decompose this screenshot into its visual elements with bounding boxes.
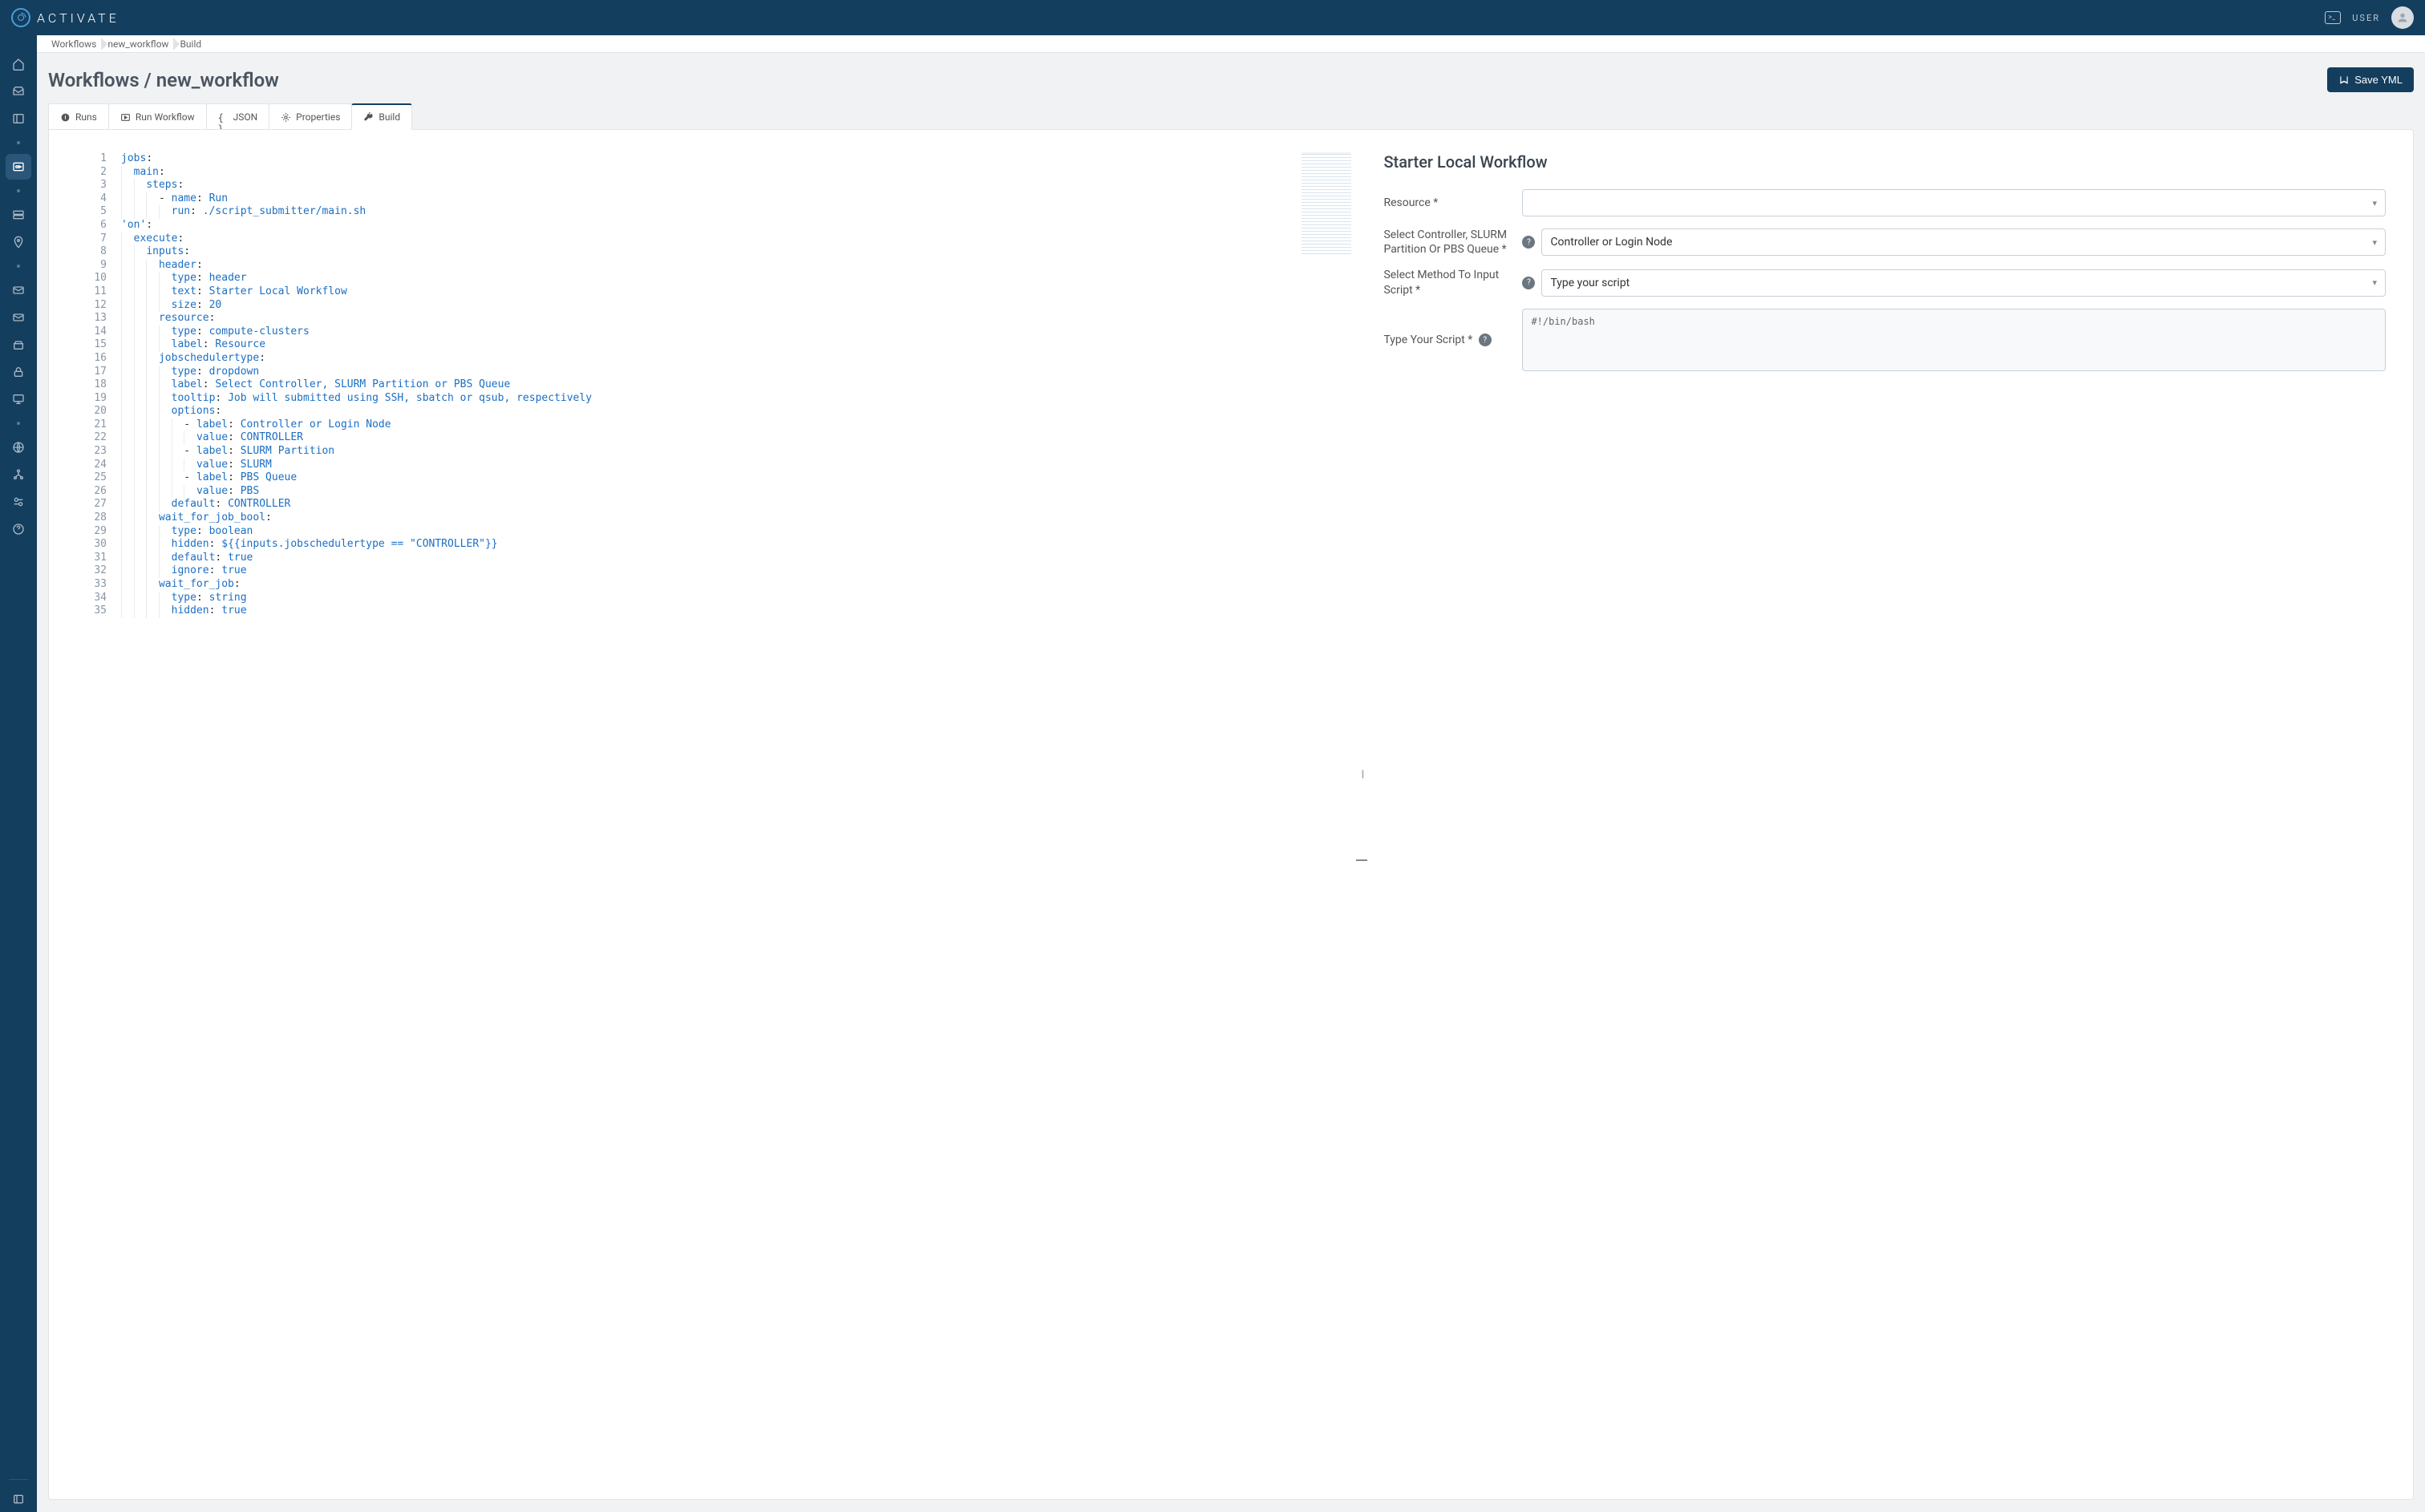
nav-lock-icon[interactable] <box>6 359 31 385</box>
braces-icon: { } <box>218 112 229 123</box>
tab-build[interactable]: Build <box>351 103 412 130</box>
nav-mail1-icon[interactable] <box>6 277 31 303</box>
save-yml-button[interactable]: Save YML <box>2327 67 2414 92</box>
nav-divider <box>9 1479 28 1480</box>
minimap[interactable] <box>1302 130 1356 1499</box>
tab-json[interactable]: { } JSON <box>206 103 270 130</box>
nav-globe-icon[interactable] <box>6 435 31 460</box>
tab-run-workflow[interactable]: Run Workflow <box>108 103 207 130</box>
method-label: Select Method To Input Script * <box>1383 268 1516 297</box>
logo-icon <box>11 8 30 27</box>
save-yml-label: Save YML <box>2354 74 2403 86</box>
logo-text: ACTIVATE <box>37 10 119 26</box>
nav-settings-icon[interactable] <box>6 489 31 515</box>
nav-mail2-icon[interactable] <box>6 305 31 330</box>
split-handle[interactable]: || <box>1356 130 1367 1499</box>
logo[interactable]: ACTIVATE <box>11 8 119 27</box>
tabs: i Runs Run Workflow { } JSON Properties … <box>37 103 2425 130</box>
help-icon[interactable]: ? <box>1479 334 1492 346</box>
nav-inbox-icon[interactable] <box>6 79 31 104</box>
build-panel: 1234567891011121314151617181920212223242… <box>48 129 2414 1500</box>
nav-monitor-icon[interactable] <box>6 386 31 412</box>
nav-separator <box>17 189 20 192</box>
script-textarea[interactable]: #!/bin/bash <box>1522 309 2386 371</box>
terminal-icon[interactable]: >_ <box>2325 11 2341 24</box>
nav-collapse-icon[interactable] <box>6 1486 31 1512</box>
user-label[interactable]: USER <box>2352 13 2380 23</box>
crumb-workflows[interactable]: Workflows <box>48 38 104 50</box>
tab-runs[interactable]: i Runs <box>48 103 109 130</box>
form-pane: Starter Local Workflow Resource * Select… <box>1367 130 2413 1499</box>
nav-separator <box>17 422 20 425</box>
nav-workflows-icon[interactable] <box>6 154 31 180</box>
nav-help-icon[interactable] <box>6 516 31 542</box>
avatar[interactable] <box>2391 6 2414 29</box>
crumb-workflow-name[interactable]: new_workflow <box>104 38 176 50</box>
nav-org-icon[interactable] <box>6 462 31 487</box>
page-title: Workflows / new_workflow <box>48 69 279 91</box>
crumb-build[interactable]: Build <box>176 38 209 50</box>
help-icon[interactable]: ? <box>1522 236 1535 249</box>
method-select[interactable]: Type your script <box>1541 269 2386 297</box>
resource-label: Resource * <box>1383 196 1516 210</box>
nav-location-icon[interactable] <box>6 229 31 255</box>
help-icon[interactable]: ? <box>1522 277 1535 289</box>
nav-panel-icon[interactable] <box>6 106 31 131</box>
scheduler-select[interactable]: Controller or Login Node <box>1541 228 2386 256</box>
resource-select[interactable] <box>1522 189 2386 216</box>
nav-separator <box>17 265 20 268</box>
line-gutter: 1234567891011121314151617181920212223242… <box>49 152 121 1483</box>
form-title: Starter Local Workflow <box>1383 152 2386 172</box>
sidebar <box>0 35 37 1512</box>
scheduler-label: Select Controller, SLURM Partition Or PB… <box>1383 228 1516 257</box>
nav-storage-icon[interactable] <box>6 332 31 358</box>
nav-server-icon[interactable] <box>6 202 31 228</box>
nav-separator <box>17 141 20 144</box>
breadcrumb: Workflows new_workflow Build <box>37 35 2425 53</box>
code-lines[interactable]: jobs: main: steps: - name: Run run: ./sc… <box>121 152 1302 1483</box>
nav-home-icon[interactable] <box>6 51 31 77</box>
svg-text:i: i <box>65 114 67 120</box>
code-editor[interactable]: 1234567891011121314151617181920212223242… <box>49 130 1302 1499</box>
topbar: ACTIVATE >_ USER <box>0 0 2425 35</box>
tab-properties[interactable]: Properties <box>269 103 352 130</box>
script-label: Type Your Script * ? <box>1383 309 1516 347</box>
